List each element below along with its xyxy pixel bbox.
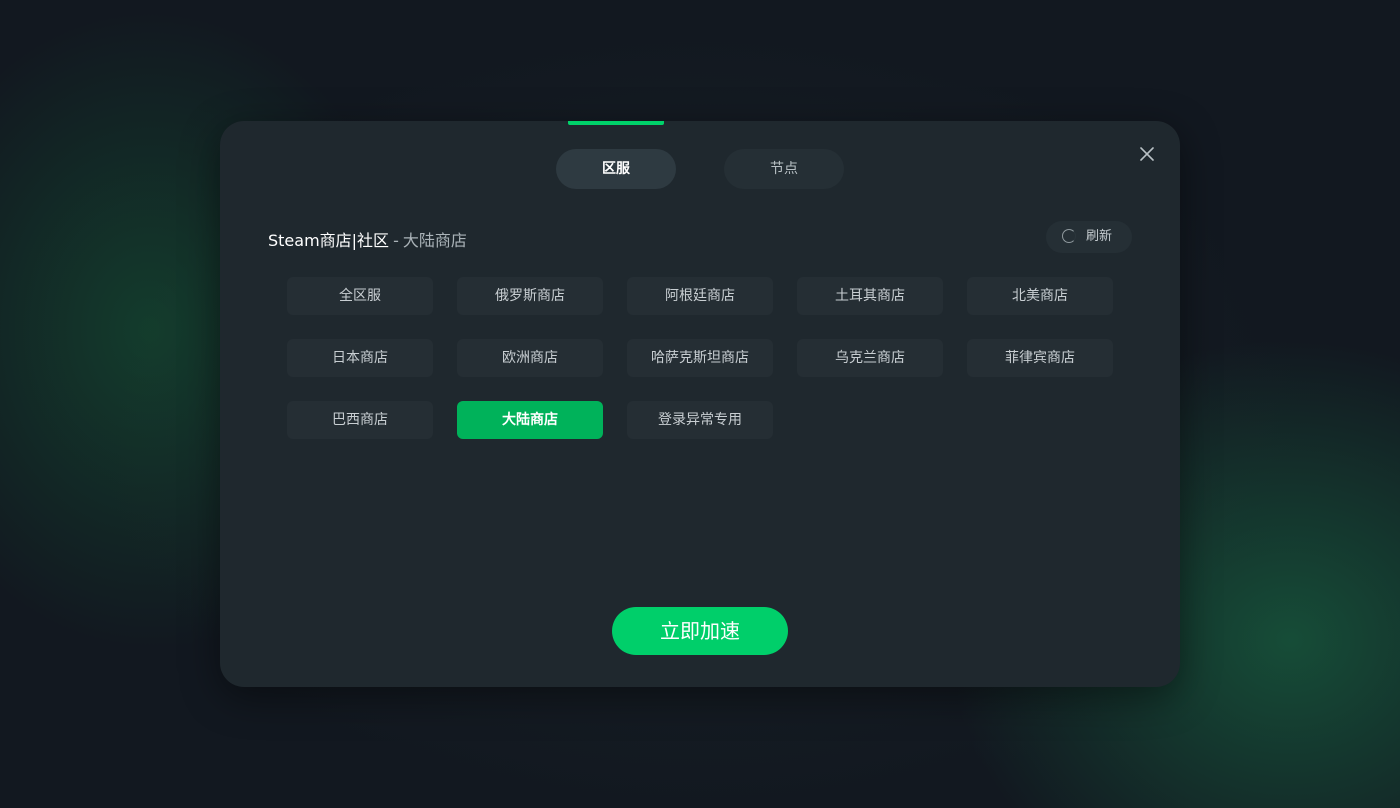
tab-region[interactable]: 区服 (556, 149, 676, 189)
refresh-label: 刷新 (1086, 229, 1113, 244)
region-option[interactable]: 登录异常专用 (627, 401, 773, 439)
top-accent-bar (568, 121, 664, 125)
region-option[interactable]: 日本商店 (287, 339, 433, 377)
region-select-dialog: 区服 节点 Steam商店|社区 - 大陆商店 刷新 全区服 俄罗斯商店 阿根廷商店 土耳… (220, 121, 1180, 687)
refresh-button[interactable]: 刷新 (1046, 221, 1132, 253)
close-button[interactable] (1136, 143, 1158, 165)
region-option[interactable]: 北美商店 (967, 277, 1113, 315)
game-name: Steam商店|社区 (268, 231, 390, 250)
region-option[interactable]: 菲律宾商店 (967, 339, 1113, 377)
section-title: Steam商店|社区 - 大陆商店 (268, 229, 467, 253)
tab-node[interactable]: 节点 (724, 149, 844, 189)
region-option[interactable]: 土耳其商店 (797, 277, 943, 315)
close-icon (1136, 143, 1158, 165)
tab-bar: 区服 节点 (556, 149, 844, 189)
selected-region-label: 大陆商店 (402, 231, 467, 250)
loading-spinner-icon (1062, 229, 1076, 243)
region-option[interactable]: 阿根廷商店 (627, 277, 773, 315)
region-option[interactable]: 全区服 (287, 277, 433, 315)
region-option[interactable]: 哈萨克斯坦商店 (627, 339, 773, 377)
region-option[interactable]: 大陆商店 (457, 401, 603, 439)
region-option[interactable]: 乌克兰商店 (797, 339, 943, 377)
title-separator: - (393, 231, 399, 250)
region-option[interactable]: 俄罗斯商店 (457, 277, 603, 315)
accelerate-now-button[interactable]: 立即加速 (612, 607, 788, 655)
region-option[interactable]: 巴西商店 (287, 401, 433, 439)
region-option[interactable]: 欧洲商店 (457, 339, 603, 377)
